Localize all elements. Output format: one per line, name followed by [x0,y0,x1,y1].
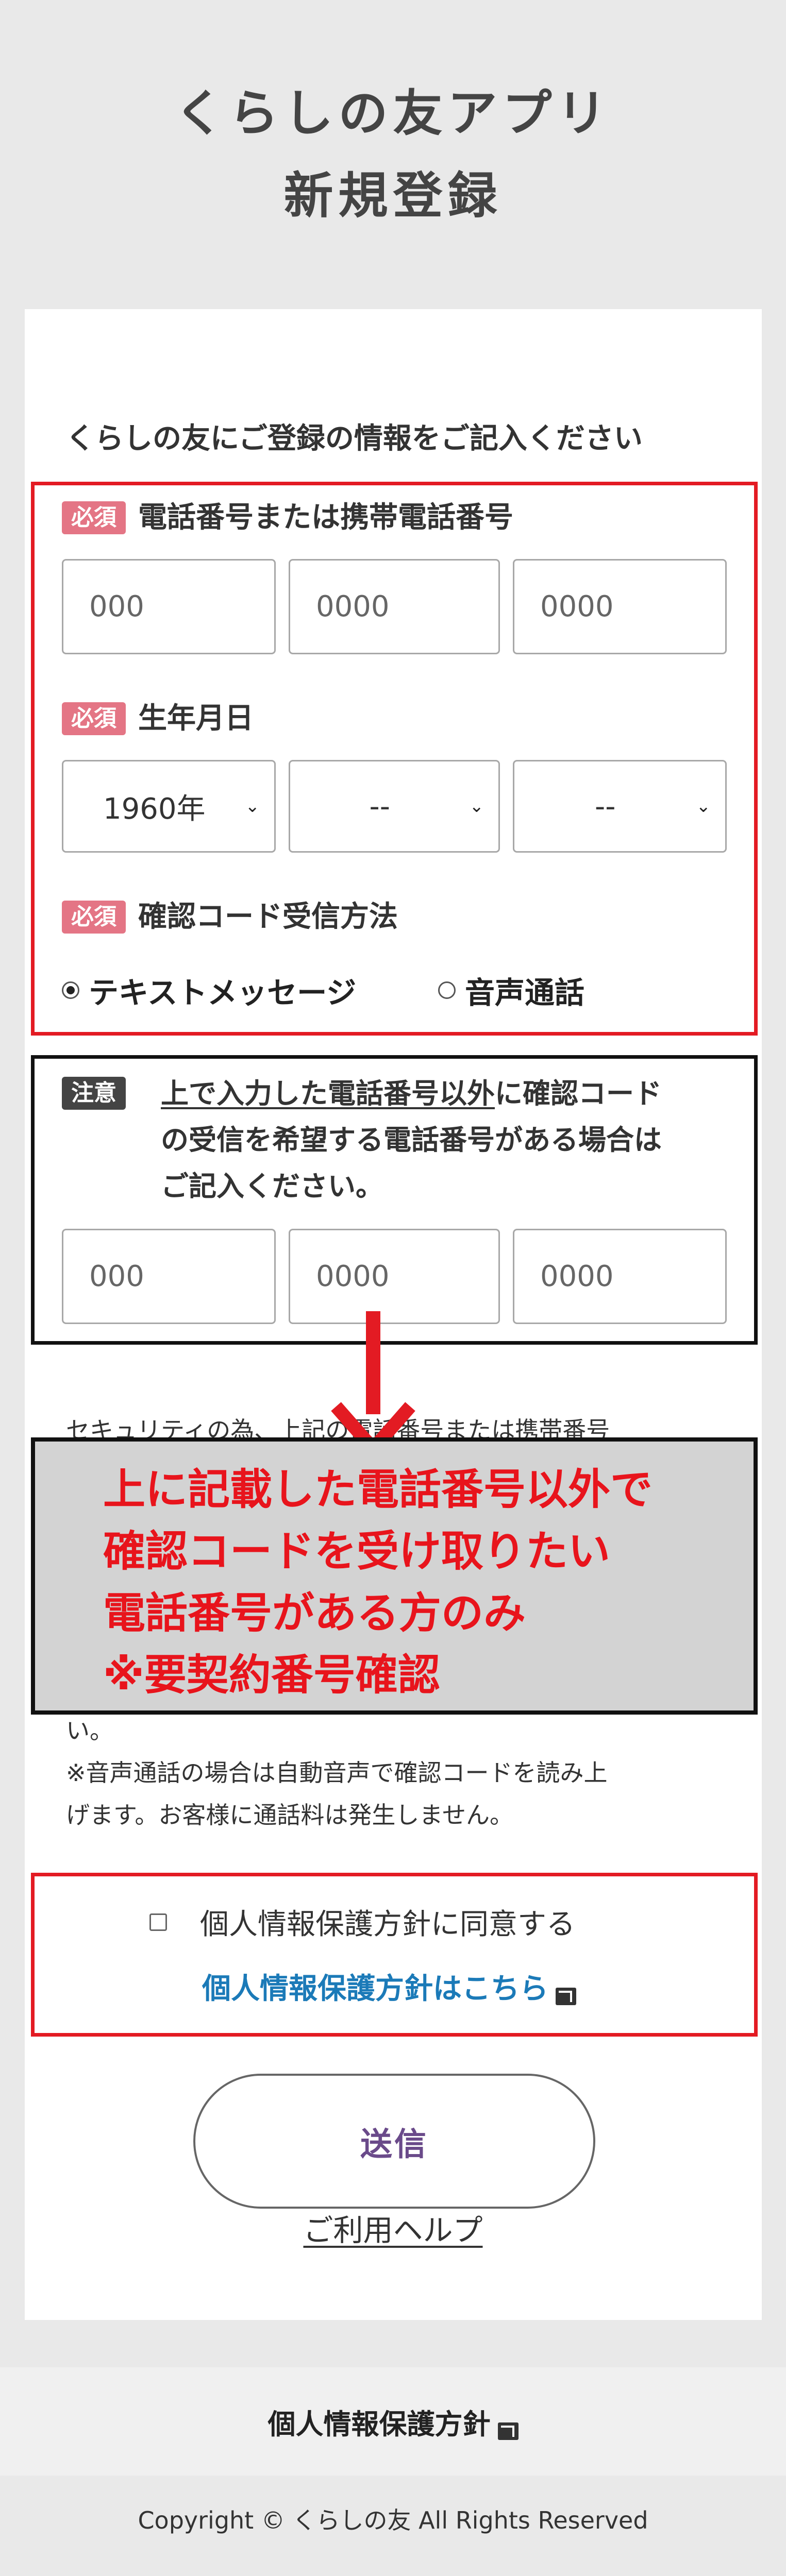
note-badge-wrap: 注意 [62,1077,126,1110]
note-line2: の受信を希望する電話番号がある場合は [161,1124,662,1156]
arrow-shaft [366,1311,380,1414]
annotation-callout: 上に記載した電話番号以外で 確認コードを受け取りたい 電話番号がある方のみ ※要… [31,1437,758,1715]
consent-highlight [31,1873,758,2037]
birth-month-select[interactable]: -- ⌄ [289,760,500,853]
birth-label: 生年月日 [138,702,254,735]
footer-band: 個人情報保護方針 [0,2367,786,2476]
annotation-line: 確認コードを受け取りたい [103,1527,611,1576]
chevron-down-icon: ⌄ [245,796,260,817]
phone-label-row: 必須 電話番号または携帯電話番号 [62,500,513,536]
submit-button[interactable]: 送信 [193,2074,595,2209]
chevron-down-icon: ⌄ [696,796,711,817]
birth-label-row: 必須 生年月日 [62,701,254,737]
annotation-line: 電話番号がある方のみ [103,1589,526,1638]
required-badge: 必須 [62,501,126,534]
birth-month-value: -- [369,789,390,823]
phone-input-1[interactable]: 000 [62,559,276,654]
page-title-line1: くらしの友アプリ [174,84,612,142]
phone-label: 電話番号または携帯電話番号 [138,501,513,534]
radio-selected-icon [62,981,79,999]
security-notes: い。 ※音声通話の場合は自動音声で確認コードを読み上 げます。お客様に通話料は発… [66,1709,746,1836]
required-badge: 必須 [62,901,126,934]
alt-phone-input-1[interactable]: 000 [62,1229,276,1324]
external-link-icon [497,2422,519,2440]
radio-sms[interactable]: テキストメッセージ [62,969,356,1012]
annotation-line: 上に記載した電話番号以外で [103,1465,653,1514]
phone-input-3[interactable]: 0000 [513,559,727,654]
radio-unselected-icon [438,981,456,999]
required-badge: 必須 [62,702,126,735]
policy-link[interactable]: 個人情報保護方針はこちら [202,1965,576,2007]
footer-policy-link[interactable]: 個人情報保護方針 [268,2401,519,2442]
annotation-line: ※要契約番号確認 [103,1651,440,1700]
security-text-tail: い。 [66,1717,113,1744]
voice-note-line2: げます。お客様に通話料は発生しません。 [66,1801,514,1829]
help-link[interactable]: ご利用ヘルプ [0,2206,786,2249]
birth-year-value: 1960年 [103,792,206,826]
footer-policy-label: 個人情報保護方針 [267,2408,491,2441]
policy-link-label: 個人情報保護方針はこちら [202,1972,548,2006]
copyright: Copyright © くらしの友 All Rights Reserved [138,2506,648,2534]
phone-input-2[interactable]: 0000 [289,559,500,654]
note-line3: ご記入ください。 [161,1170,383,1202]
alt-phone-input-2[interactable]: 0000 [289,1229,500,1324]
page-title-line2: 新規登録 [283,167,503,225]
note-line1-rest: に確認コード [495,1077,662,1110]
note-badge: 注意 [62,1077,126,1110]
birth-day-value: -- [595,789,616,823]
form-intro: くらしの友にご登録の情報をご記入ください [66,422,643,455]
code-method-label: 確認コード受信方法 [138,900,398,934]
code-method-label-row: 必須 確認コード受信方法 [62,899,398,935]
birth-day-select[interactable]: -- ⌄ [513,760,727,853]
consent-checkbox[interactable] [149,1913,167,1931]
birth-year-select[interactable]: 1960年 ⌄ [62,760,276,853]
voice-note-line1: ※音声通話の場合は自動音声で確認コードを読み上 [66,1759,608,1787]
consent-row[interactable]: 個人情報保護方針に同意する [149,1901,575,1943]
radio-sms-label: テキストメッセージ [89,975,357,1010]
radio-voice-label: 音声通話 [465,975,585,1010]
external-link-icon [556,1987,576,2005]
chevron-down-icon: ⌄ [469,796,484,817]
note-underlined: 上で入力した電話番号以外 [161,1077,495,1110]
radio-voice[interactable]: 音声通話 [438,969,584,1012]
note-text: 上で入力した電話番号以外に確認コード の受信を希望する電話番号がある場合は ご記… [161,1071,738,1210]
alt-phone-input-3[interactable]: 0000 [513,1229,727,1324]
consent-label: 個人情報保護方針に同意する [200,1908,575,1941]
